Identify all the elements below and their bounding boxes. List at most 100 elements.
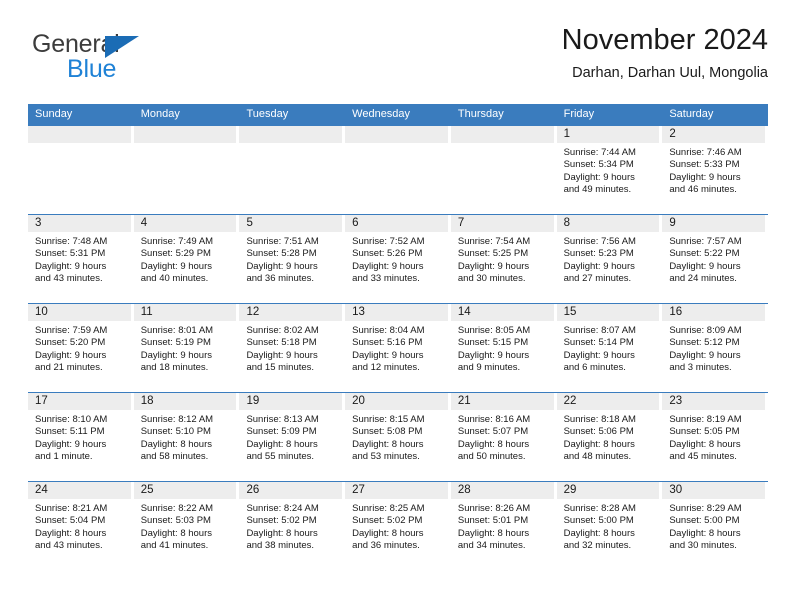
day-cell[interactable]: 28 Sunrise: 8:26 AM Sunset: 5:01 PM Dayl… [450,482,557,570]
daylight-text-line1: Daylight: 9 hours [669,260,741,272]
day-cell[interactable]: 26 Sunrise: 8:24 AM Sunset: 5:02 PM Dayl… [239,482,345,570]
daylight-text-line2: and 43 minutes. [35,540,103,552]
day-info: Sunrise: 7:48 AM Sunset: 5:31 PM Dayligh… [28,232,131,286]
brand-logo[interactable]: General Blue [32,30,272,90]
day-cell[interactable]: 27 Sunrise: 8:25 AM Sunset: 5:02 PM Dayl… [345,482,451,570]
day-cell[interactable]: 14 Sunrise: 8:05 AM Sunset: 5:15 PM Dayl… [450,304,557,392]
daylight-text-line2: and 30 minutes. [457,273,526,285]
weekday-monday: Monday [140,108,180,120]
sunset-text: Sunset: 5:05 PM [669,426,740,438]
sunset-text: Sunset: 5:09 PM [246,426,317,438]
sunrise-text: Sunrise: 8:09 AM [669,325,742,336]
day-cell[interactable] [28,126,134,214]
daylight-text-line1: Daylight: 9 hours [35,260,107,272]
day-info: Sunrise: 7:54 AM Sunset: 5:25 PM Dayligh… [451,232,554,286]
day-info: Sunrise: 8:22 AM Sunset: 5:03 PM Dayligh… [134,499,237,553]
day-cell[interactable]: 9 Sunrise: 7:57 AM Sunset: 5:22 PM Dayli… [662,215,768,303]
weekday-friday: Friday [563,108,595,120]
sunrise-text: Sunrise: 8:24 AM [246,503,319,514]
day-cell[interactable]: 7 Sunrise: 7:54 AM Sunset: 5:25 PM Dayli… [450,215,557,303]
day-cell[interactable]: 8 Sunrise: 7:56 AM Sunset: 5:23 PM Dayli… [556,215,663,303]
daylight-text-line1: Daylight: 9 hours [246,260,318,272]
day-cell[interactable]: 3 Sunrise: 7:48 AM Sunset: 5:31 PM Dayli… [28,215,134,303]
day-cell[interactable] [239,126,345,214]
sunrise-text: Sunrise: 8:10 AM [35,414,108,425]
day-cell[interactable]: 22 Sunrise: 8:18 AM Sunset: 5:06 PM Dayl… [556,393,663,481]
daylight-text-line2: and 9 minutes. [457,362,521,374]
sunset-text: Sunset: 5:25 PM [457,248,529,260]
day-cell[interactable]: 23 Sunrise: 8:19 AM Sunset: 5:05 PM Dayl… [662,393,768,481]
day-number: 27 [345,482,448,499]
daylight-text-line1: Daylight: 8 hours [140,527,213,539]
week-row: 17 Sunrise: 8:10 AM Sunset: 5:11 PM Dayl… [28,392,768,481]
daylight-text-line1: Daylight: 8 hours [35,527,107,539]
day-cell[interactable] [450,126,557,214]
day-cell[interactable]: 1 Sunrise: 7:44 AM Sunset: 5:34 PM Dayli… [556,126,663,214]
day-cell[interactable]: 20 Sunrise: 8:15 AM Sunset: 5:08 PM Dayl… [345,393,451,481]
day-number: 7 [450,215,554,232]
day-cell[interactable]: 30 Sunrise: 8:29 AM Sunset: 5:00 PM Dayl… [662,482,768,570]
day-cell[interactable]: 13 Sunrise: 8:04 AM Sunset: 5:16 PM Dayl… [345,304,451,392]
sunset-text: Sunset: 5:10 PM [140,426,211,438]
day-cell[interactable]: 4 Sunrise: 7:49 AM Sunset: 5:29 PM Dayli… [133,215,240,303]
weekday-saturday: Saturday [669,108,714,120]
day-number: 4 [133,215,237,232]
daylight-text-line1: Daylight: 9 hours [563,171,635,183]
day-cell[interactable]: 18 Sunrise: 8:12 AM Sunset: 5:10 PM Dayl… [133,393,240,481]
day-cell[interactable]: 17 Sunrise: 8:10 AM Sunset: 5:11 PM Dayl… [28,393,134,481]
sunset-text: Sunset: 5:12 PM [669,337,740,349]
sunrise-text: Sunrise: 8:15 AM [352,414,425,425]
day-cell[interactable]: 6 Sunrise: 7:52 AM Sunset: 5:26 PM Dayli… [345,215,451,303]
sunset-text: Sunset: 5:20 PM [35,337,106,349]
day-info: Sunrise: 8:19 AM Sunset: 5:05 PM Dayligh… [662,410,765,464]
day-cell[interactable] [345,126,451,214]
sunrise-text: Sunrise: 8:13 AM [246,414,319,425]
day-info: Sunrise: 8:28 AM Sunset: 5:00 PM Dayligh… [557,499,660,553]
day-cell[interactable]: 24 Sunrise: 8:21 AM Sunset: 5:04 PM Dayl… [28,482,134,570]
daylight-text-line1: Daylight: 8 hours [457,438,530,450]
day-cell[interactable]: 21 Sunrise: 8:16 AM Sunset: 5:07 PM Dayl… [450,393,557,481]
day-number: 20 [345,393,448,410]
daylight-text-line2: and 18 minutes. [140,362,209,374]
daylight-text-line1: Daylight: 8 hours [246,438,318,450]
day-cell[interactable]: 16 Sunrise: 8:09 AM Sunset: 5:12 PM Dayl… [662,304,768,392]
daylight-text-line1: Daylight: 9 hours [669,171,741,183]
day-number: 6 [345,215,448,232]
day-cell[interactable]: 19 Sunrise: 8:13 AM Sunset: 5:09 PM Dayl… [239,393,345,481]
sunrise-text: Sunrise: 8:22 AM [140,503,214,514]
day-cell[interactable]: 29 Sunrise: 8:28 AM Sunset: 5:00 PM Dayl… [556,482,663,570]
sunrise-text: Sunrise: 8:07 AM [563,325,636,336]
day-cell[interactable] [133,126,240,214]
sunrise-text: Sunrise: 8:18 AM [563,414,636,425]
sunrise-text: Sunrise: 7:59 AM [35,325,108,336]
day-info: Sunrise: 7:44 AM Sunset: 5:34 PM Dayligh… [557,143,660,197]
day-cell[interactable]: 15 Sunrise: 8:07 AM Sunset: 5:14 PM Dayl… [556,304,663,392]
sunrise-text: Sunrise: 7:48 AM [35,236,108,247]
sunrise-text: Sunrise: 8:26 AM [457,503,531,514]
day-cell[interactable]: 5 Sunrise: 7:51 AM Sunset: 5:28 PM Dayli… [239,215,345,303]
sunset-text: Sunset: 5:31 PM [35,248,106,260]
page-title: November 2024 [561,24,768,56]
day-info: Sunrise: 7:49 AM Sunset: 5:29 PM Dayligh… [134,232,237,286]
day-number [239,126,343,143]
sunset-text: Sunset: 5:22 PM [669,248,740,260]
sunset-text: Sunset: 5:01 PM [457,515,529,527]
day-number: 26 [239,482,343,499]
sunset-text: Sunset: 5:14 PM [563,337,634,349]
sunrise-text: Sunrise: 7:49 AM [140,236,214,247]
daylight-text-line1: Daylight: 8 hours [563,438,635,450]
daylight-text-line2: and 55 minutes. [246,451,315,463]
sunset-text: Sunset: 5:06 PM [563,426,634,438]
day-cell[interactable]: 11 Sunrise: 8:01 AM Sunset: 5:19 PM Dayl… [133,304,240,392]
day-info: Sunrise: 8:18 AM Sunset: 5:06 PM Dayligh… [557,410,660,464]
day-info: Sunrise: 8:25 AM Sunset: 5:02 PM Dayligh… [345,499,448,553]
day-cell[interactable]: 12 Sunrise: 8:02 AM Sunset: 5:18 PM Dayl… [239,304,345,392]
day-info: Sunrise: 8:07 AM Sunset: 5:14 PM Dayligh… [557,321,660,375]
daylight-text-line2: and 30 minutes. [669,540,737,552]
day-cell[interactable]: 10 Sunrise: 7:59 AM Sunset: 5:20 PM Dayl… [28,304,134,392]
day-cell[interactable]: 25 Sunrise: 8:22 AM Sunset: 5:03 PM Dayl… [133,482,240,570]
day-number: 13 [345,304,448,321]
day-cell[interactable]: 2 Sunrise: 7:46 AM Sunset: 5:33 PM Dayli… [662,126,768,214]
sunrise-text: Sunrise: 7:44 AM [563,147,636,158]
sunset-text: Sunset: 5:00 PM [669,515,740,527]
